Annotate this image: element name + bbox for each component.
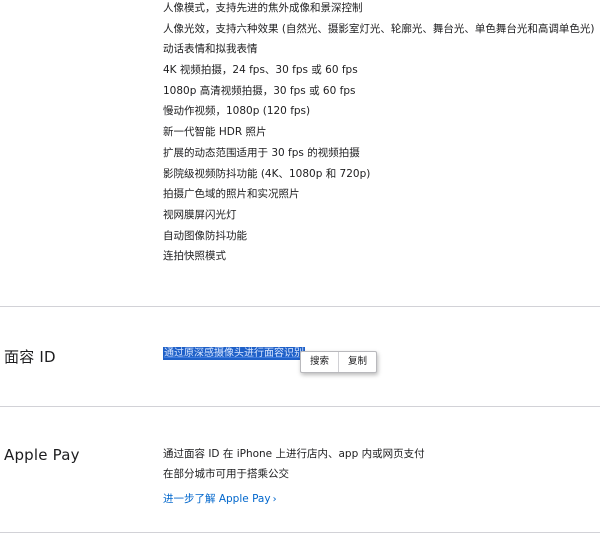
apple-pay-line: 通过面容 ID 在 iPhone 上进行店内、app 内或网页支付 — [163, 448, 425, 460]
camera-feature-list: 人像模式，支持先进的焦外成像和景深控制 人像光效，支持六种效果 (自然光、摄影室… — [163, 0, 595, 267]
section-divider — [0, 306, 600, 307]
feature-item: 慢动作视频，1080p (120 fps) — [163, 105, 311, 118]
face-id-description-selected[interactable]: 通过原深感摄像头进行面容识别 — [163, 347, 305, 360]
copy-menu-item[interactable]: 复制 — [339, 352, 376, 372]
apple-pay-title: Apple Pay — [4, 446, 80, 464]
feature-item: 拍摄广色域的照片和实况照片 — [163, 188, 300, 201]
feature-item: 4K 视频拍摄，24 fps、30 fps 或 60 fps — [163, 64, 358, 77]
section-divider — [0, 532, 600, 533]
feature-item: 人像模式，支持先进的焦外成像和景深控制 — [163, 2, 363, 14]
chevron-right-icon: › — [272, 494, 277, 505]
learn-more-label: 进一步了解 Apple Pay — [163, 493, 271, 505]
face-id-title: 面容 ID — [4, 348, 56, 366]
feature-item: 新一代智能 HDR 照片 — [163, 126, 267, 139]
feature-item: 视网膜屏闪光灯 — [163, 208, 237, 221]
feature-item: 动话表情和拟我表情 — [163, 43, 258, 56]
apple-pay-line: 在部分城市可用于搭乘公交 — [163, 468, 289, 480]
text-selection-context-menu: 搜索 复制 — [300, 351, 378, 373]
feature-item: 自动图像防抖功能 — [163, 229, 247, 242]
learn-more-apple-pay-link[interactable]: 进一步了解 Apple Pay › — [163, 491, 277, 506]
feature-item: 1080p 高清视频拍摄，30 fps 或 60 fps — [163, 84, 356, 97]
feature-item: 影院级视频防抖功能 (4K、1080p 和 720p) — [163, 167, 371, 180]
apple-pay-details: 通过面容 ID 在 iPhone 上进行店内、app 内或网页支付 在部分城市可… — [163, 444, 425, 484]
feature-item: 人像光效，支持六种效果 (自然光、摄影室灯光、轮廓光、舞台光、单色舞台光和高调单… — [163, 22, 595, 35]
feature-item: 扩展的动态范围适用于 30 fps 的视频拍摄 — [163, 146, 360, 159]
feature-item: 连拍快照模式 — [163, 250, 226, 263]
section-divider — [0, 406, 600, 407]
search-menu-item[interactable]: 搜索 — [301, 352, 338, 372]
